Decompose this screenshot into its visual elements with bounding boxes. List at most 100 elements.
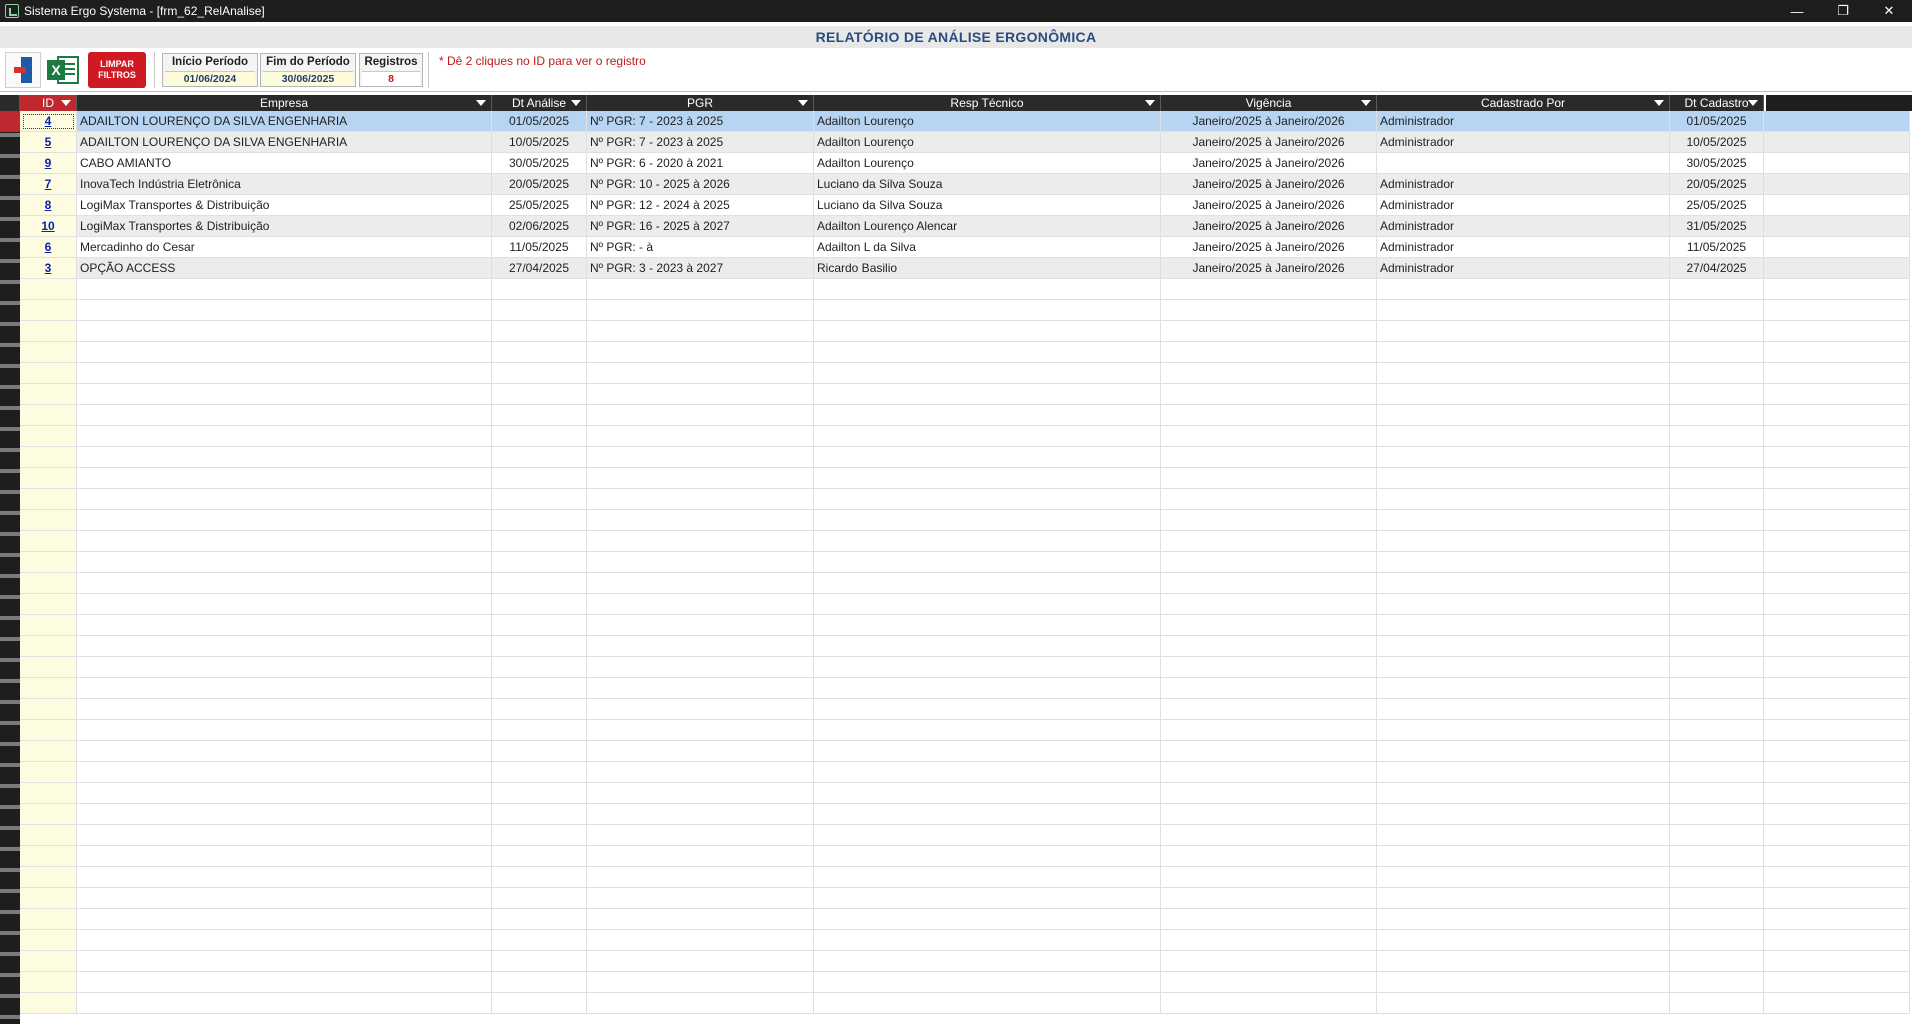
cell-resp-tecnico — [814, 720, 1161, 741]
cell-id[interactable]: 7 — [20, 174, 77, 195]
cell-id[interactable]: 9 — [20, 153, 77, 174]
filter-dropdown-icon[interactable] — [571, 100, 581, 106]
cell-cadastrado-por — [1377, 720, 1670, 741]
cell-id[interactable]: 10 — [20, 216, 77, 237]
table-row[interactable]: 4 ADAILTON LOURENÇO DA SILVA ENGENHARIA 01… — [20, 111, 1912, 132]
cell-empresa — [77, 489, 492, 510]
column-header-cadastrado-por[interactable]: Cadastrado Por — [1377, 95, 1670, 111]
cell-empresa — [77, 678, 492, 699]
column-header-label: Dt Cadastro — [1684, 96, 1749, 110]
empty-row — [20, 510, 1912, 531]
cell-id[interactable]: 8 — [20, 195, 77, 216]
cell-filler — [1764, 384, 1910, 405]
cell-id — [20, 720, 77, 741]
cell-dt-cadastro: 30/05/2025 — [1670, 153, 1764, 174]
cell-resp-tecnico — [814, 636, 1161, 657]
cell-resp-tecnico — [814, 825, 1161, 846]
cell-filler — [1764, 993, 1910, 1014]
cell-empresa — [77, 426, 492, 447]
cell-resp-tecnico — [814, 762, 1161, 783]
cell-empresa — [77, 972, 492, 993]
filter-dropdown-icon[interactable] — [1654, 100, 1664, 106]
column-header-id[interactable]: ID — [20, 95, 77, 111]
cell-filler — [1764, 195, 1910, 216]
table-row[interactable]: 6 Mercadinho do Cesar 11/05/2025 Nº PGR: - … — [20, 237, 1912, 258]
empty-row — [20, 762, 1912, 783]
column-header-vigencia[interactable]: Vigência — [1161, 95, 1377, 111]
filter-dropdown-icon[interactable] — [1748, 100, 1758, 106]
column-header-pgr[interactable]: PGR — [587, 95, 814, 111]
filter-dropdown-icon[interactable] — [1145, 100, 1155, 106]
cell-dt-analise — [492, 930, 587, 951]
cell-pgr — [587, 720, 814, 741]
cell-pgr — [587, 972, 814, 993]
cell-dt-cadastro — [1670, 342, 1764, 363]
excel-badge: X — [47, 60, 65, 80]
cell-pgr — [587, 846, 814, 867]
cell-vigencia — [1161, 951, 1377, 972]
cell-cadastrado-por — [1377, 762, 1670, 783]
cell-vigencia — [1161, 783, 1377, 804]
column-header-empresa[interactable]: Empresa — [77, 95, 492, 111]
table-row[interactable]: 3 OPÇÃO ACCESS 27/04/2025 Nº PGR: 3 - 2023 … — [20, 258, 1912, 279]
cell-filler — [1764, 279, 1910, 300]
excel-icon: X — [47, 54, 81, 86]
column-header-resp-tecnico[interactable]: Resp Técnico — [814, 95, 1161, 111]
cell-cadastrado-por — [1377, 468, 1670, 489]
cell-pgr — [587, 951, 814, 972]
cell-cadastrado-por — [1377, 741, 1670, 762]
filter-dropdown-icon[interactable] — [1361, 100, 1371, 106]
table-row[interactable]: 7 InovaTech Indústria Eletrônica 20/05/202… — [20, 174, 1912, 195]
cell-pgr — [587, 699, 814, 720]
cell-dt-analise — [492, 951, 587, 972]
cell-id — [20, 489, 77, 510]
start-period-field[interactable]: 01/06/2024 — [165, 71, 255, 86]
cell-id — [20, 678, 77, 699]
cell-dt-analise: 02/06/2025 — [492, 216, 587, 237]
column-header-dt-cadastro[interactable]: Dt Cadastro — [1670, 95, 1764, 111]
table-row[interactable]: 8 LogiMax Transportes & Distribuição 25/05… — [20, 195, 1912, 216]
cell-pgr — [587, 783, 814, 804]
filter-dropdown-icon[interactable] — [61, 100, 71, 106]
table-row[interactable]: 10 LogiMax Transportes & Distribuição 02/0… — [20, 216, 1912, 237]
cell-dt-analise: 20/05/2025 — [492, 174, 587, 195]
cell-dt-analise — [492, 762, 587, 783]
cell-resp-tecnico — [814, 342, 1161, 363]
table-row[interactable]: 5 ADAILTON LOURENÇO DA SILVA ENGENHARIA 10… — [20, 132, 1912, 153]
row-selector-strip[interactable] — [0, 95, 20, 1024]
cell-empresa — [77, 741, 492, 762]
cell-resp-tecnico — [814, 573, 1161, 594]
restore-button[interactable]: ❐ — [1820, 0, 1866, 22]
filter-dropdown-icon[interactable] — [798, 100, 808, 106]
close-button[interactable]: ✕ — [1866, 0, 1912, 22]
table-row[interactable]: 9 CABO AMIANTO 30/05/2025 Nº PGR: 6 - 2020 … — [20, 153, 1912, 174]
cell-vigencia — [1161, 279, 1377, 300]
cell-cadastrado-por — [1377, 279, 1670, 300]
cell-empresa — [77, 321, 492, 342]
cell-id[interactable]: 3 — [20, 258, 77, 279]
cell-vigencia: Janeiro/2025 à Janeiro/2026 — [1161, 174, 1377, 195]
cell-cadastrado-por — [1377, 909, 1670, 930]
export-excel-button[interactable]: X — [46, 52, 82, 88]
cell-vigencia — [1161, 993, 1377, 1014]
cell-id[interactable]: 4 — [20, 111, 77, 132]
filter-dropdown-icon[interactable] — [476, 100, 486, 106]
end-period-field[interactable]: 30/06/2025 — [263, 71, 353, 86]
cell-cadastrado-por — [1377, 930, 1670, 951]
cell-dt-cadastro — [1670, 615, 1764, 636]
cell-id[interactable]: 6 — [20, 237, 77, 258]
cell-pgr — [587, 552, 814, 573]
cell-resp-tecnico: Luciano da Silva Souza — [814, 174, 1161, 195]
cell-resp-tecnico — [814, 741, 1161, 762]
minimize-button[interactable]: — — [1774, 0, 1820, 22]
cell-id[interactable]: 5 — [20, 132, 77, 153]
cell-empresa — [77, 594, 492, 615]
cell-cadastrado-por — [1377, 552, 1670, 573]
cell-pgr — [587, 678, 814, 699]
cell-dt-cadastro — [1670, 699, 1764, 720]
cell-dt-analise — [492, 741, 587, 762]
exit-button[interactable] — [5, 52, 41, 88]
cell-resp-tecnico — [814, 678, 1161, 699]
clear-filters-button[interactable]: LIMPAR FILTROS — [88, 52, 146, 88]
column-header-dt-analise[interactable]: Dt Análise — [492, 95, 587, 111]
